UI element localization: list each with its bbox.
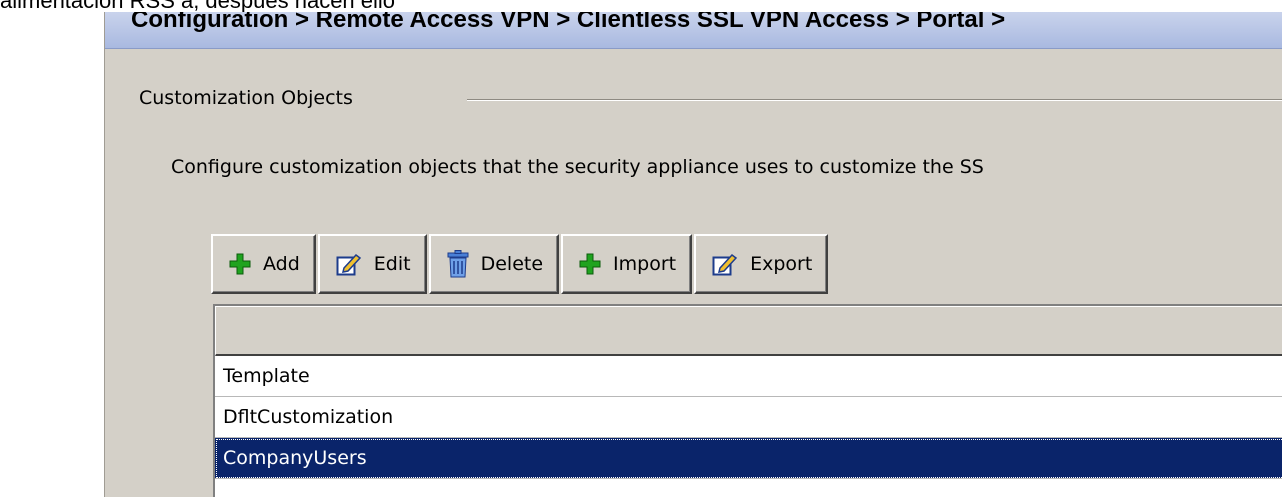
group-legend: Customization Objects xyxy=(139,87,353,109)
breadcrumb-text: Configuration > Remote Access VPN > Clie… xyxy=(131,12,1006,33)
table-header[interactable] xyxy=(215,306,1282,356)
export-button-label: Export xyxy=(750,253,813,275)
delete-button[interactable]: Delete xyxy=(428,234,560,294)
add-button[interactable]: Add xyxy=(211,234,316,294)
export-button[interactable]: Export xyxy=(694,234,829,294)
table-row[interactable]: DfltCustomization xyxy=(215,397,1282,438)
breadcrumb: Configuration > Remote Access VPN > Clie… xyxy=(105,12,1282,49)
import-button-label: Import xyxy=(613,253,677,275)
delete-button-label: Delete xyxy=(480,253,544,275)
edit-icon xyxy=(336,253,361,276)
edit-icon xyxy=(712,253,738,276)
table-row[interactable]: Template xyxy=(215,356,1282,397)
import-button[interactable]: Import xyxy=(561,234,693,294)
edit-button-label: Edit xyxy=(373,253,411,275)
group-divider xyxy=(467,99,1282,101)
plus-icon xyxy=(229,253,251,275)
group-description: Configure customization objects that the… xyxy=(171,156,984,178)
customization-table: Template DfltCustomization CompanyUsers xyxy=(213,304,1282,497)
asdm-panel: Configuration > Remote Access VPN > Clie… xyxy=(104,12,1282,497)
toolbar: Add Edit Delete Import Export xyxy=(211,234,830,294)
edit-button[interactable]: Edit xyxy=(317,234,427,294)
trash-icon xyxy=(447,250,469,278)
add-button-label: Add xyxy=(263,253,300,275)
table-row-selected[interactable]: CompanyUsers xyxy=(215,438,1282,479)
plus-icon xyxy=(579,253,601,275)
